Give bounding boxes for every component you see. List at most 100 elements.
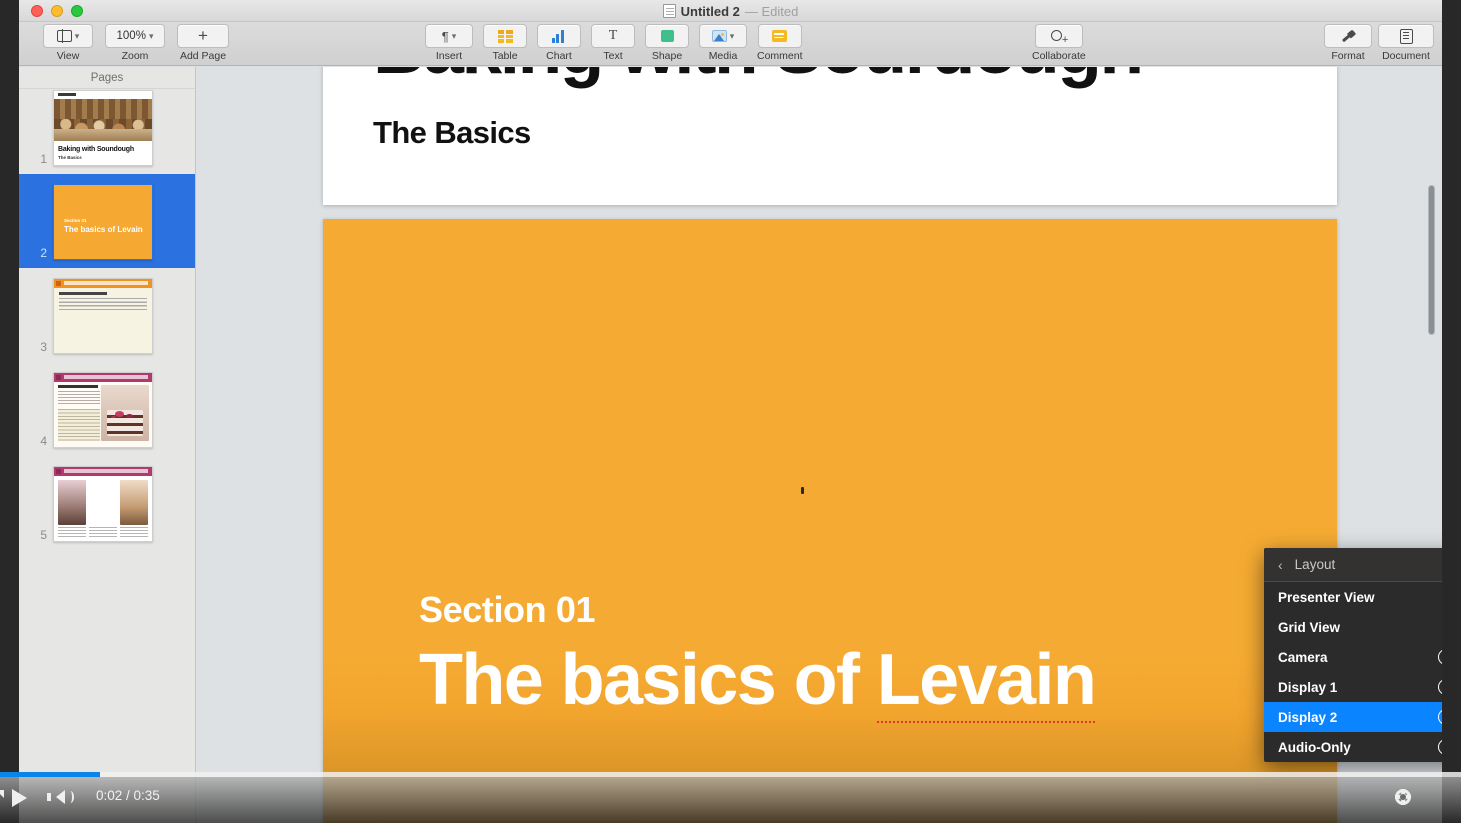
shape-button[interactable]: Shape [645,24,689,62]
sidebar-title: Pages [19,67,195,89]
page-number-label: 5 [40,528,47,542]
page-thumbnail-2[interactable]: 2 Section 01 The basics of Levain [19,174,195,268]
menu-item-camera[interactable]: Camera [1264,642,1442,672]
chart-button-label: Chart [546,50,572,62]
text-icon: T [608,28,618,43]
text-page-bg [54,279,152,353]
media-button[interactable]: ▾ Media [699,24,747,62]
format-button[interactable]: Format [1324,24,1372,62]
zoom-level-value: 100% [116,30,146,42]
page1-title: Baking with Sourdough [373,67,1144,90]
chevron-down-icon: ▾ [74,30,80,41]
thumb-body-lines [59,298,147,310]
menu-item-display-2[interactable]: Display 2 [1264,702,1442,732]
page-number-label: 3 [40,340,47,354]
page2-headline-misspelled-word: Levain [876,640,1097,723]
zoom-button[interactable]: 100% ▾ Zoom [105,24,165,62]
comment-button[interactable]: Comment [757,24,803,62]
menu-item-display-1[interactable]: Display 1 [1264,672,1442,702]
download-icon[interactable] [1438,709,1442,725]
thumb-body-lines [58,391,100,405]
add-page-button[interactable]: + Add Page [177,24,229,62]
page-thumbnail-preview: Baking with Soundough The Basics [53,90,153,166]
menu-item-label: Display 1 [1278,679,1338,695]
page-thumbnail-3[interactable]: 3 [19,268,195,362]
thumb-heading [58,385,98,388]
layout-menu-title: Layout [1294,557,1336,572]
menu-item-label: Audio-Only [1278,739,1351,755]
pages-sidebar: Pages 1 Baking with Soundough The Basics… [19,67,196,823]
document-page-1[interactable]: Baking with Sourdough The Basics [323,67,1337,205]
page-header-bar [54,279,152,288]
thumb-kicker: Section 01 [64,218,87,223]
text-cursor [801,487,804,494]
shape-button-label: Shape [651,50,683,62]
chevron-left-icon[interactable]: ‹ [1278,558,1283,572]
gallery-photo [58,480,86,525]
thumb-heading [59,292,107,295]
text-button-label: Text [603,50,623,62]
page-thumbnail-4[interactable]: 4 [19,362,195,456]
fullscreen-button[interactable] [0,790,4,806]
gallery-page-bg [54,467,152,541]
page-thumbnail-5[interactable]: 5 [19,456,195,550]
paragraph-icon: ¶ [441,28,449,44]
document-canvas[interactable]: Baking with Sourdough The Basics Section… [197,67,1442,823]
view-button-label: View [56,50,80,62]
gallery-caption [120,527,148,537]
thumb-title: The basics of Levain [64,225,143,234]
vertical-scrollbar[interactable] [1428,185,1435,335]
menu-item-audio-only[interactable]: Audio-Only [1264,732,1442,762]
menu-item-label: Display 2 [1278,709,1338,725]
page-thumbnail-list: 1 Baking with Soundough The Basics 2 Sec… [19,90,195,823]
page-number-label: 4 [40,434,47,448]
table-button[interactable]: Table [483,24,527,62]
page-header-bar [54,467,152,476]
view-button[interactable]: ▾ View [43,24,93,62]
table-icon [497,29,513,43]
insert-button[interactable]: ¶ ▾ Insert [425,24,473,62]
cover-tag [58,93,76,96]
page-number-label: 2 [40,246,47,260]
collaborate-button[interactable]: + Collaborate [1032,24,1086,62]
toolbar-center-group: ¶ ▾ Insert Table Chart T Text Shape ▾ Me… [425,24,803,62]
screen-share-video-frame: Untitled 2 — Edited ▾ View 100% ▾ Zoom +… [0,0,1461,823]
document-page-2[interactable]: Section 01 The basics of Levain [323,219,1337,823]
page-thumbnail-preview: Section 01 The basics of Levain [53,184,153,260]
gallery-columns [58,480,148,537]
page2-headline-prefix: The basics of [419,640,877,720]
comment-button-label: Comment [757,50,803,62]
document-edited-status: — Edited [744,3,799,19]
document-button[interactable]: Document [1378,24,1434,62]
cake-photo [101,385,149,441]
menu-item-presenter-view[interactable]: Presenter View [1264,582,1442,612]
thumb-callout-box [58,409,100,441]
chevron-down-icon: ▾ [148,30,154,41]
menu-item-grid-view[interactable]: Grid View [1264,612,1442,642]
insert-button-label: Insert [435,50,463,62]
chart-button[interactable]: Chart [537,24,581,62]
gallery-photo [120,480,148,525]
text-button[interactable]: T Text [591,24,635,62]
toolbar-collaborate-group: + Collaborate [1032,24,1086,62]
add-page-button-label: Add Page [179,50,227,62]
download-icon[interactable] [1438,739,1442,755]
zoom-button-label: Zoom [121,50,149,62]
chevron-down-icon: ▾ [729,30,735,41]
page-thumbnail-preview [53,372,153,448]
page-thumbnail-1[interactable]: 1 Baking with Soundough The Basics [19,90,195,174]
document-title: Untitled 2 — Edited [19,0,1442,22]
download-icon[interactable] [1438,679,1442,695]
collaborate-icon: + [1050,29,1068,45]
chevron-down-icon: ▾ [451,30,457,41]
media-button-label: Media [708,50,738,62]
bakery-photo [54,99,152,141]
window-titlebar: Untitled 2 — Edited [19,0,1442,22]
plus-icon: + [198,26,208,45]
media-icon [711,30,727,42]
layout-menu-header[interactable]: ‹ Layout [1264,548,1442,582]
download-icon[interactable] [1438,649,1442,665]
view-panel-icon [56,29,72,43]
format-button-label: Format [1331,50,1365,62]
document-title-text: Untitled 2 [680,3,740,19]
